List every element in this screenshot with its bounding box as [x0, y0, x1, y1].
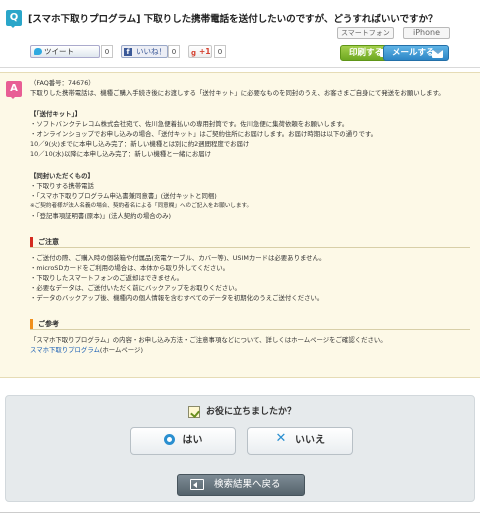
mail-button[interactable]: メールする [383, 45, 449, 61]
question-title: [スマホ下取りプログラム] 下取りした携帯電話を送付したいのですが、どうすればい… [28, 14, 438, 25]
tweet-label: ツイート [44, 47, 74, 56]
gplus-button[interactable]: g +1 [188, 45, 212, 58]
reference-link-row: スマホ下取りプログラム(ホームページ) [30, 346, 143, 355]
caution-line: ・ご送付の際、ご購入時の個装箱や付属品(充電ケーブル、カバー等)、USIMカード… [30, 254, 326, 262]
enclose-line: ・下取りする携帯電話 [30, 182, 94, 190]
reference-link-suffix: (ホームページ) [99, 346, 143, 354]
faq-number: （FAQ番号：74676） [30, 79, 95, 87]
trade-in-program-link[interactable]: スマホ下取りプログラム [30, 346, 100, 354]
question-badge: Q [6, 10, 22, 28]
question-header: Q [スマホ下取りプログラム] 下取りした携帯電話を送付したいのですが、どうすれ… [0, 0, 480, 68]
kit-line: 10／9(火)までに本申し込み完了：新しい機種とは別に約2週間程度でお届け [30, 140, 250, 148]
reference-heading: ご参考 [30, 319, 470, 330]
facebook-icon: f [124, 48, 132, 56]
enclose-note: ※ご契約者様が法人名義の場合、契約者名による「同意欄」へのご記入をお願いします。 [30, 203, 253, 209]
kit-title: 【「送付キット」】 [30, 110, 82, 118]
kit-line: 10／10(水)以降に本申し込み完了：新しい機種と一緒にお届け [30, 150, 212, 158]
envelope-icon [432, 50, 443, 58]
kit-line: ・ソフトバンクテレコム株式会社宛て、佐川急便着払いの専用封筒です。佐川急便に集荷… [30, 120, 349, 128]
enclose-title: 【同封いただくもの】 [30, 172, 94, 180]
reference-text: 「スマホ下取りプログラム」の内容・お申し込み方法・ご注意事項などについて、詳しく… [30, 336, 387, 344]
checklist-icon [188, 406, 200, 418]
back-to-results-button[interactable]: 検索結果へ戻る [177, 474, 305, 496]
no-label: いいえ [295, 435, 325, 446]
circle-icon [163, 433, 175, 445]
cross-icon: ✕ [275, 431, 287, 446]
caution-bar [30, 237, 33, 247]
like-count: 0 [168, 45, 180, 58]
caution-title: ご注意 [38, 238, 59, 246]
caution-line: ・microSDカードをご利用の場合は、本体から取り外してください。 [30, 264, 230, 272]
tag-smartphone[interactable]: スマートフォン [337, 27, 394, 39]
kit-line: ・オンラインショップでお申し込みの場合、「送付キット」はご契約住所にお届けします… [30, 130, 378, 138]
like-label: いいね！ [136, 47, 166, 56]
feedback-panel: お役に立ちましたか？ はい ✕ いいえ 検索結果へ戻る [5, 395, 475, 502]
answer-badge: A [6, 81, 22, 99]
footer-divider [0, 512, 480, 517]
back-label: 検索結果へ戻る [214, 479, 281, 490]
tweet-button[interactable]: ツイート [30, 45, 100, 58]
reference-bar [30, 319, 33, 329]
twitter-bird-icon [34, 48, 42, 55]
no-button[interactable]: ✕ いいえ [247, 427, 353, 455]
caution-line: ・下取りしたスマートフォンのご返却はできません。 [30, 274, 183, 282]
answer-intro: 下取りした携帯電話は、機種ご購入手続き後にお渡しする「送付キット」に必要なものを… [30, 89, 445, 97]
caution-line: ・データのバックアップ後、機種内の個人情報を含むすべてのデータを初期化のうえご送… [30, 294, 324, 302]
answer-panel: A （FAQ番号：74676） 下取りした携帯電話は、機種ご購入手続き後にお渡し… [0, 72, 480, 378]
caution-heading: ご注意 [30, 237, 470, 248]
enclose-line: ・「スマホ下取りプログラム申込書兼同意書」(送付キットと同梱) [30, 192, 217, 200]
gplus-icon: g [191, 49, 197, 57]
like-button[interactable]: f いいね！ [121, 45, 168, 58]
mail-label: メールする [392, 48, 435, 58]
yes-label: はい [182, 435, 203, 446]
caution-line: ・必要なデータは、ご送付いただく前にバックアップをお取りください。 [30, 284, 241, 292]
print-label: 印刷する [349, 48, 384, 58]
feedback-heading: お役に立ちましたか？ [188, 405, 296, 419]
tag-iphone[interactable]: iPhone [403, 27, 450, 39]
tweet-count: 0 [101, 45, 113, 58]
feedback-question: お役に立ちましたか？ [206, 407, 297, 417]
gplus-count: 0 [214, 45, 226, 58]
reference-title: ご参考 [38, 320, 59, 328]
gplus-label: +1 [199, 47, 211, 56]
back-arrow-icon [190, 479, 204, 490]
yes-button[interactable]: はい [130, 427, 236, 455]
enclose-line: ・「登記事項証明書(原本)」(法人契約の場合のみ) [30, 212, 171, 220]
